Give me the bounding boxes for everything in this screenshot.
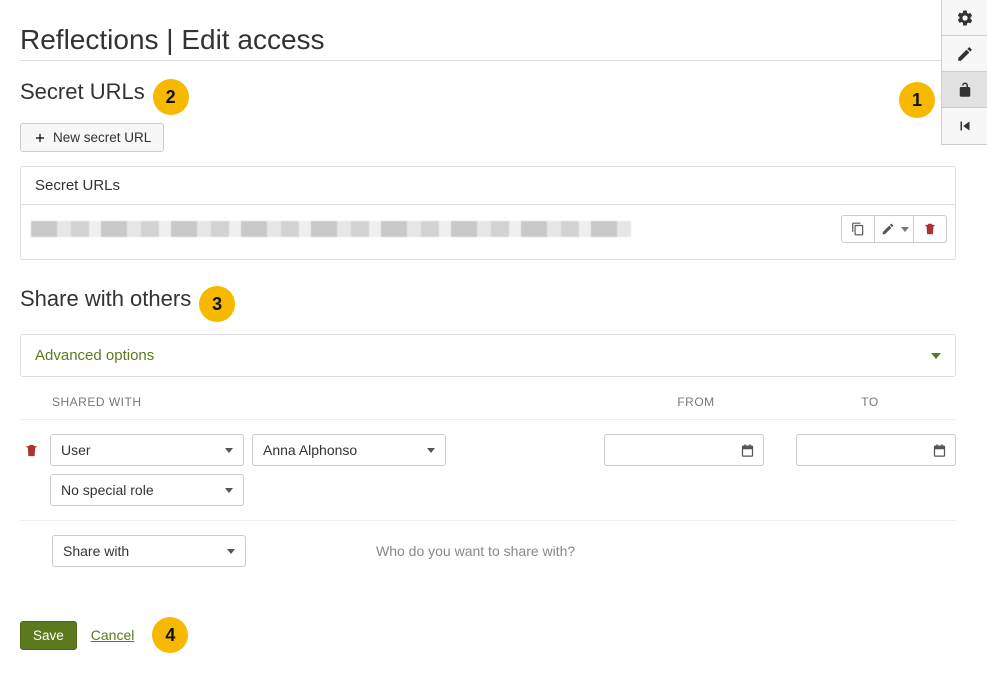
share-type-value: User xyxy=(61,442,91,458)
save-label: Save xyxy=(33,628,64,643)
share-from-date[interactable] xyxy=(604,434,764,466)
pencil-icon xyxy=(881,222,895,236)
callout-4: 4 xyxy=(152,617,188,653)
edit-url-button[interactable] xyxy=(874,215,914,243)
rail-settings-button[interactable] xyxy=(942,0,987,36)
callout-2: 2 xyxy=(153,79,189,115)
pencil-icon xyxy=(956,45,974,63)
secret-url-value xyxy=(31,221,631,237)
rail-access-button[interactable] xyxy=(942,72,987,108)
calendar-icon xyxy=(932,443,947,458)
advanced-options-label: Advanced options xyxy=(35,347,154,364)
share-role-value: No special role xyxy=(61,482,154,498)
callout-3: 3 xyxy=(199,286,235,322)
trash-icon xyxy=(24,443,39,458)
page-title: Reflections | Edit access xyxy=(20,24,967,56)
share-person-value: Anna Alphonso xyxy=(263,442,357,458)
unlock-icon xyxy=(956,81,974,99)
col-from: FROM xyxy=(608,395,784,409)
rail-edit-button[interactable] xyxy=(942,36,987,72)
share-heading: Share with others xyxy=(20,286,191,312)
calendar-icon xyxy=(740,443,755,458)
copy-icon xyxy=(851,222,865,236)
chevron-down-icon xyxy=(931,353,941,359)
chevron-down-icon xyxy=(901,227,909,232)
col-shared-with: SHARED WITH xyxy=(52,395,608,409)
share-person-select[interactable]: Anna Alphonso xyxy=(252,434,446,466)
new-secret-url-button[interactable]: New secret URL xyxy=(20,123,164,152)
secret-url-actions xyxy=(842,215,947,243)
remove-share-button[interactable] xyxy=(20,434,42,466)
delete-url-button[interactable] xyxy=(913,215,947,243)
gears-icon xyxy=(956,9,974,27)
callout-1: 1 xyxy=(899,82,935,118)
share-to-date[interactable] xyxy=(796,434,956,466)
action-rail xyxy=(941,0,987,145)
chevron-down-icon xyxy=(227,549,235,554)
share-role-select[interactable]: No special role xyxy=(50,474,244,506)
share-column-headers: SHARED WITH FROM TO xyxy=(20,395,956,419)
new-secret-url-label: New secret URL xyxy=(53,130,151,145)
save-button[interactable]: Save xyxy=(20,621,77,650)
rail-first-button[interactable] xyxy=(942,108,987,144)
secret-urls-heading: Secret URLs xyxy=(20,79,145,105)
share-type-select[interactable]: User xyxy=(50,434,244,466)
copy-url-button[interactable] xyxy=(841,215,875,243)
share-with-label: Share with xyxy=(63,543,129,559)
advanced-options-toggle[interactable]: Advanced options xyxy=(20,334,956,377)
trash-icon xyxy=(923,222,937,236)
col-to: TO xyxy=(784,395,956,409)
secret-urls-panel-header: Secret URLs xyxy=(21,167,955,205)
share-hint: Who do you want to share with? xyxy=(376,543,575,559)
plus-icon xyxy=(33,131,47,145)
share-with-select[interactable]: Share with xyxy=(52,535,246,567)
share-row: User Anna Alphonso No special role xyxy=(20,419,956,520)
secret-urls-panel: Secret URLs xyxy=(20,166,956,260)
skip-previous-icon xyxy=(956,117,974,135)
chevron-down-icon xyxy=(427,448,435,453)
chevron-down-icon xyxy=(225,448,233,453)
cancel-link[interactable]: Cancel xyxy=(91,627,135,643)
share-placeholder-row: Share with Who do you want to share with… xyxy=(20,520,956,581)
chevron-down-icon xyxy=(225,488,233,493)
title-divider xyxy=(20,60,942,61)
